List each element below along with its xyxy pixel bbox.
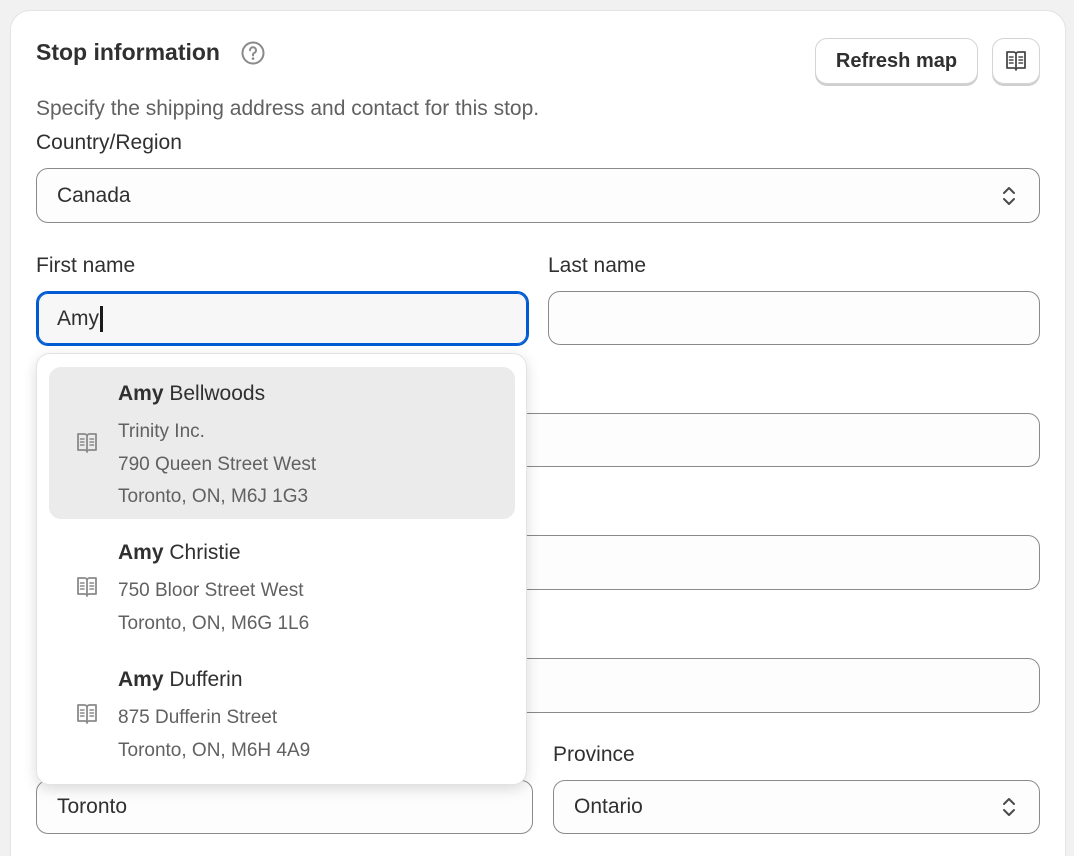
text-cursor — [100, 305, 103, 332]
address-book-icon — [77, 433, 97, 453]
first-name-label: First name — [36, 254, 136, 277]
suggestion-city: Toronto, ON, M6G 1L6 — [118, 613, 310, 634]
province-value: Ontario — [574, 795, 643, 818]
suggestion-street: 875 Dufferin Street — [118, 707, 278, 728]
city-value: Toronto — [57, 795, 128, 818]
help-icon[interactable] — [240, 40, 266, 66]
province-select[interactable]: Ontario — [553, 780, 1040, 834]
address-book-icon — [77, 577, 97, 597]
suggestion-street: 750 Bloor Street West — [118, 580, 304, 601]
suggestion-item[interactable]: Amy Christie 750 Bloor Street West Toron… — [49, 527, 515, 647]
country-value: Canada — [57, 183, 131, 207]
last-name-input[interactable] — [548, 291, 1040, 345]
address-book-icon — [77, 704, 97, 724]
suggestion-company: Trinity Inc. — [118, 421, 205, 442]
address-book-button[interactable] — [992, 38, 1040, 84]
first-name-input[interactable]: Amy — [36, 291, 529, 346]
card-subtitle: Specify the shipping address and contact… — [36, 97, 540, 120]
suggestion-name: Amy Bellwoods — [118, 382, 266, 405]
address-book-icon — [1006, 51, 1026, 71]
suggestion-city: Toronto, ON, M6H 4A9 — [118, 740, 311, 761]
suggestion-item[interactable]: Amy Bellwoods Trinity Inc. 790 Queen Str… — [49, 367, 515, 519]
province-label: Province — [553, 743, 635, 766]
suggestion-name: Amy Dufferin — [118, 668, 243, 691]
select-chevron-icon — [1003, 186, 1015, 205]
country-label: Country/Region — [36, 131, 182, 154]
suggestion-street: 790 Queen Street West — [118, 454, 317, 475]
first-name-value: Amy — [57, 306, 99, 330]
suggestion-item[interactable]: Amy Dufferin 875 Dufferin Street Toronto… — [49, 654, 515, 774]
suggestion-name: Amy Christie — [118, 541, 241, 564]
card-title: Stop information — [36, 39, 220, 65]
select-chevron-icon — [1003, 798, 1015, 816]
refresh-map-button[interactable]: Refresh map — [815, 38, 978, 84]
country-select[interactable]: Canada — [36, 168, 1040, 223]
contact-suggestions-dropdown: Amy Bellwoods Trinity Inc. 790 Queen Str… — [36, 353, 527, 785]
last-name-label: Last name — [548, 254, 647, 277]
suggestion-city: Toronto, ON, M6J 1G3 — [118, 486, 309, 507]
city-input[interactable]: Toronto — [36, 780, 533, 834]
